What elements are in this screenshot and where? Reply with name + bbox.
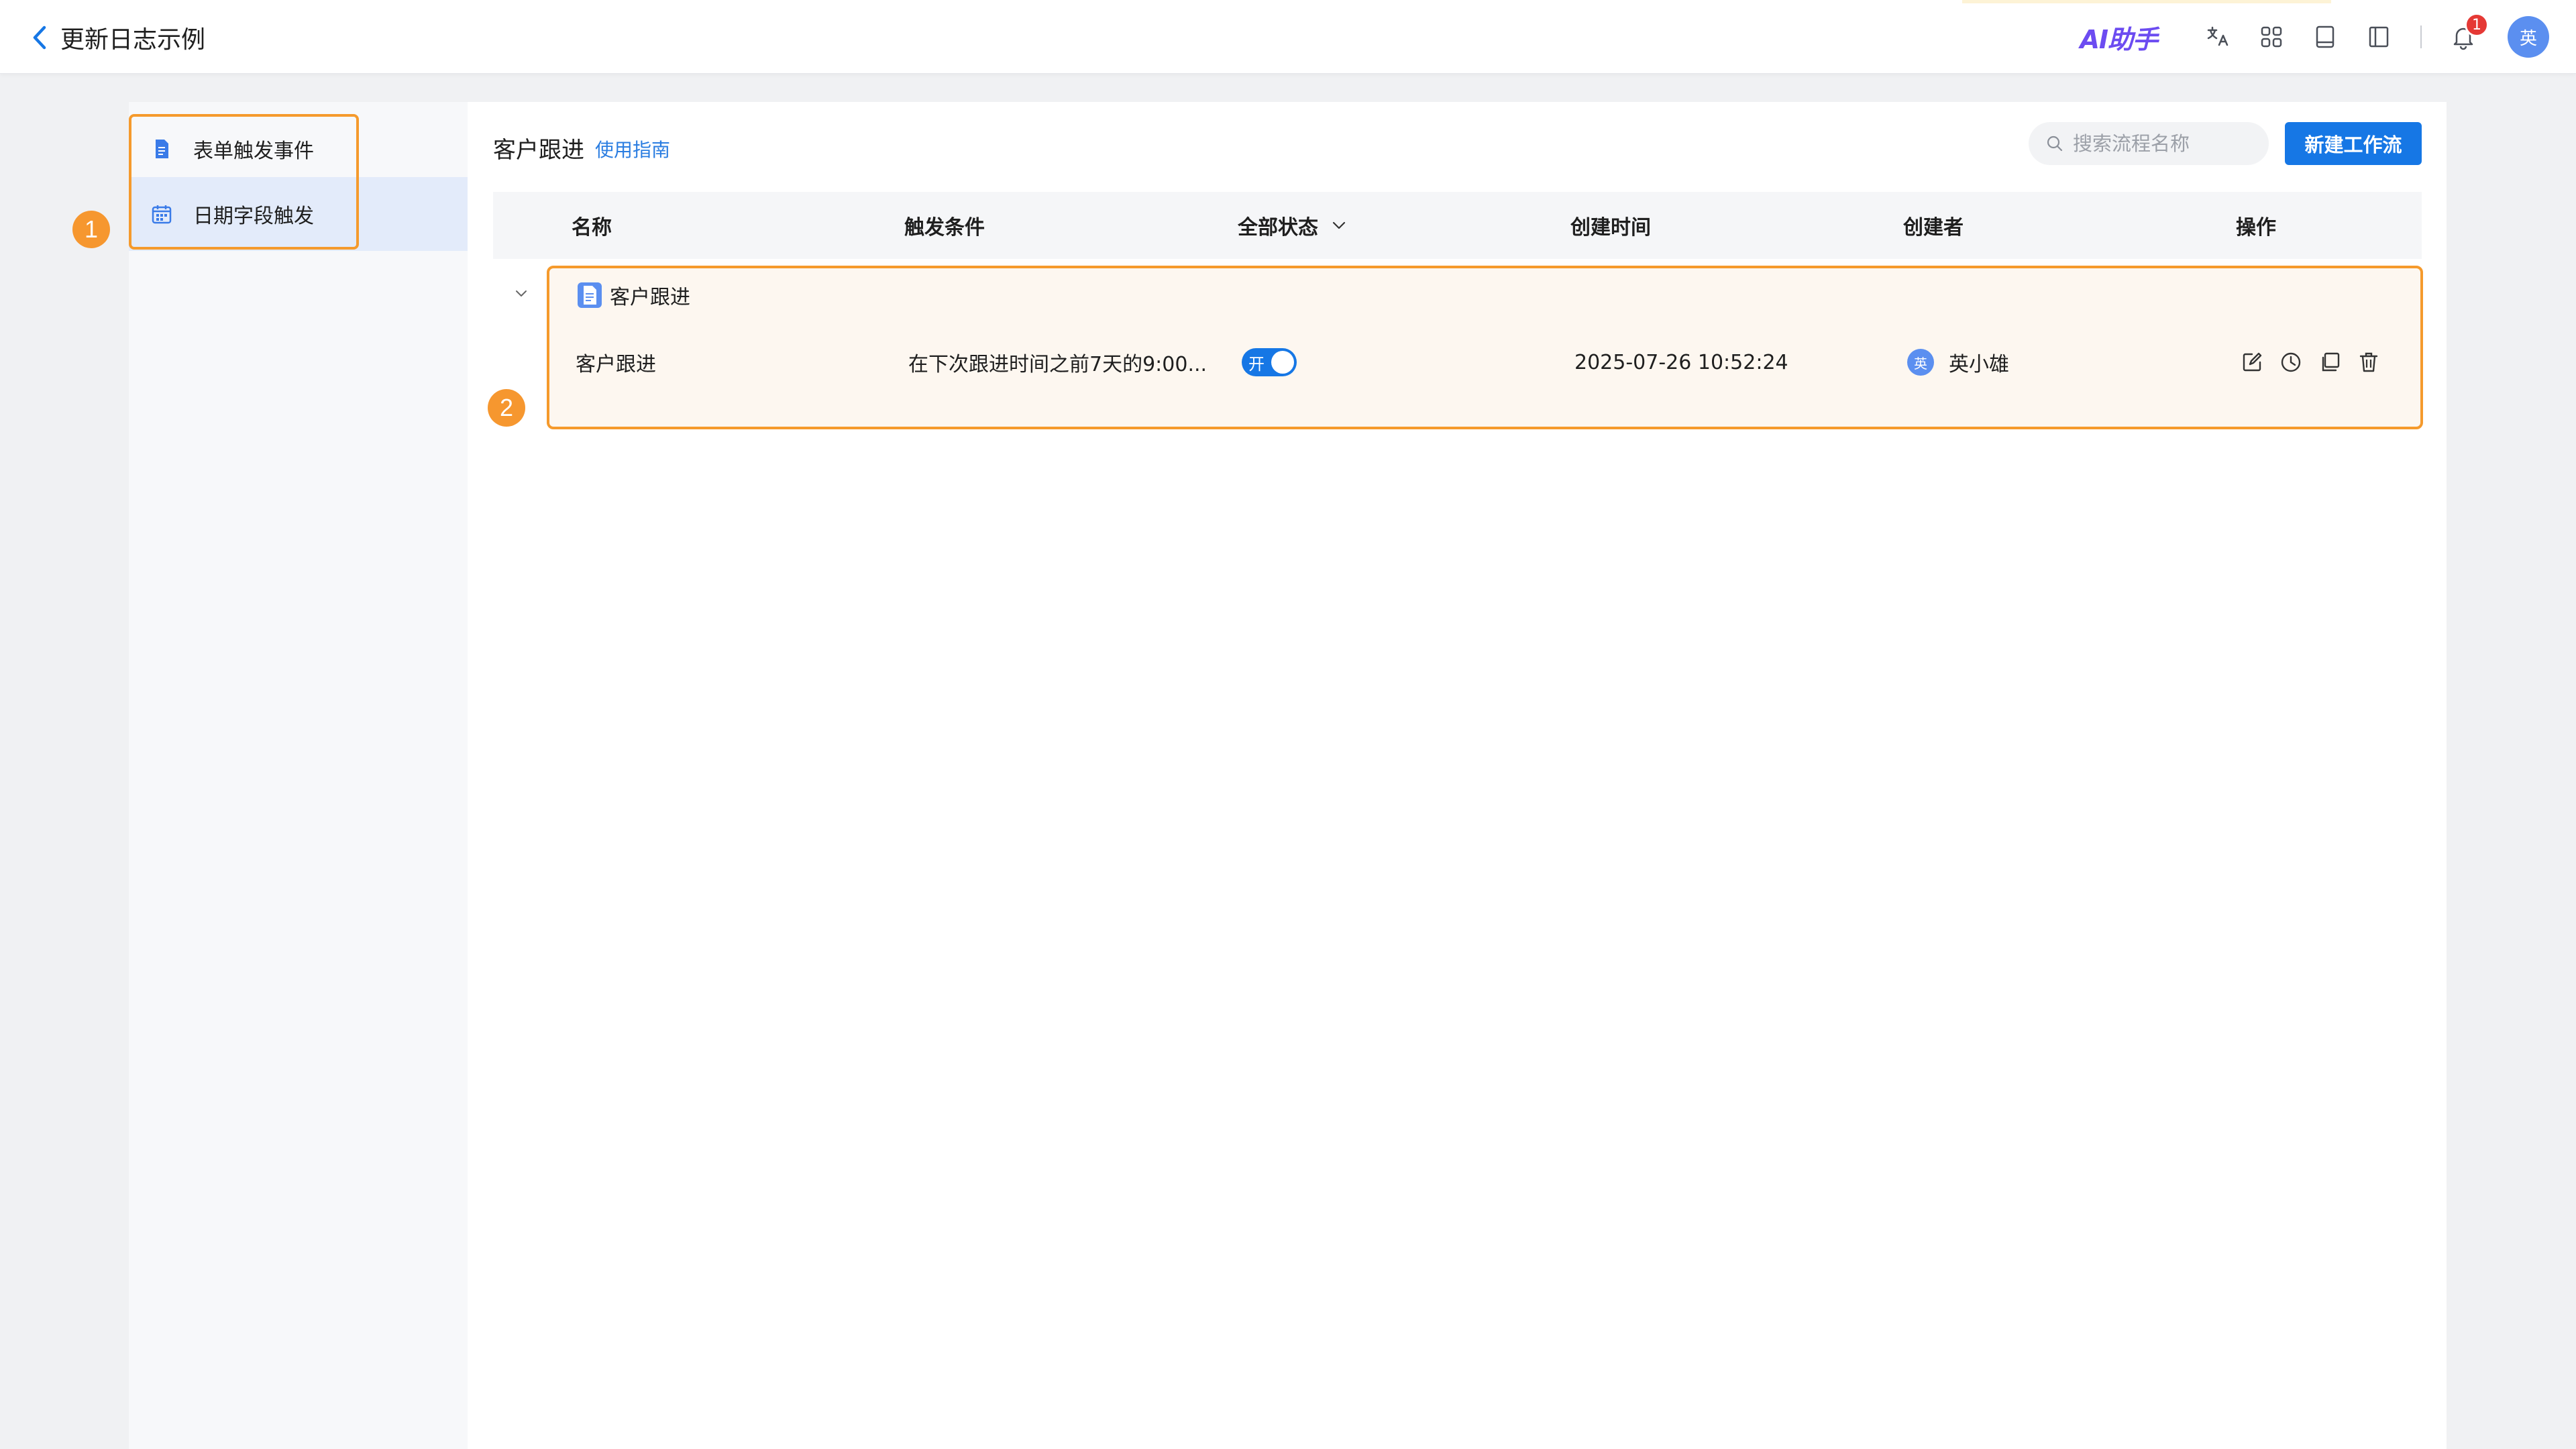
new-workflow-button[interactable]: 新建工作流 (2285, 122, 2422, 165)
apps-button[interactable] (2257, 22, 2286, 52)
docs-button[interactable] (2310, 22, 2340, 52)
search-input[interactable] (2073, 132, 2267, 155)
sidebar-panel-icon (2369, 26, 2389, 48)
search-icon (2047, 136, 2063, 152)
toggle-knob (1271, 351, 1294, 374)
status-cell: 开 (1242, 346, 1297, 378)
translate-icon (2207, 26, 2229, 46)
sidebar: 表单触发事件 日期字段触发 (129, 102, 468, 1449)
table-header: 名称 触发条件 全部状态 创建时间 创建者 操作 (493, 192, 2422, 259)
column-header-trigger: 触发条件 (904, 216, 985, 239)
translate-button[interactable] (2203, 22, 2233, 52)
column-header-actions: 操作 (2236, 216, 2276, 239)
copy-icon (2322, 352, 2340, 372)
step-marker-2: 2 (488, 389, 525, 427)
sidebar-item-label: 表单触发事件 (193, 140, 314, 163)
sidebar-item-date-trigger[interactable]: 日期字段触发 (129, 177, 468, 251)
column-header-status: 全部状态 (1238, 216, 1318, 239)
row-created-at: 2025-07-26 10:52:24 (1574, 350, 1788, 374)
edit-button[interactable] (2240, 350, 2264, 374)
group-header: 客户跟进 (575, 279, 690, 311)
edit-icon (2243, 352, 2262, 372)
user-avatar[interactable]: 英 (2508, 16, 2549, 58)
guide-link[interactable]: 使用指南 (595, 136, 670, 162)
row-actions (2240, 346, 2381, 378)
toolbar-right: AI助手 1 英 (2080, 0, 2549, 74)
document-icon (156, 140, 168, 158)
sidebar-item-form-trigger[interactable]: 表单触发事件 (129, 112, 468, 186)
creator-name: 英小雄 (1949, 353, 2009, 376)
column-header-name: 名称 (572, 216, 612, 239)
status-filter[interactable]: 全部状态 (1238, 192, 1348, 259)
top-bar: 更新日志示例 AI助手 1 英 (0, 0, 2576, 74)
notifications-button[interactable]: 1 (2449, 13, 2489, 52)
creator-avatar: 英 (1907, 349, 1934, 376)
creator-cell: 英 英小雄 (1907, 346, 2009, 378)
toolbar-divider (2420, 25, 2422, 48)
main-panel: 客户跟进 使用指南 新建工作流 名称 触发条件 全部状态 创建时间 创建者 操作… (468, 102, 2447, 1449)
back-button[interactable]: 更新日志示例 (30, 19, 205, 56)
notification-badge: 1 (2465, 13, 2489, 37)
sidebar-item-label: 日期字段触发 (193, 205, 314, 228)
status-toggle[interactable]: 开 (1242, 348, 1297, 376)
history-icon (2281, 352, 2301, 372)
search-box (2029, 122, 2269, 165)
copy-button[interactable] (2318, 350, 2342, 374)
chevron-down-icon (1332, 221, 1346, 229)
history-button[interactable] (2279, 350, 2303, 374)
layout-button[interactable] (2364, 22, 2394, 52)
back-arrow-icon (33, 25, 46, 50)
step-marker-1: 1 (72, 211, 110, 248)
section-title: 客户跟进 (493, 137, 584, 164)
group-name: 客户跟进 (610, 286, 690, 309)
delete-button[interactable] (2357, 350, 2381, 374)
row-name[interactable]: 客户跟进 (576, 346, 656, 378)
toggle-label: 开 (1248, 354, 1265, 374)
delete-icon (2359, 352, 2378, 372)
ai-assistant-button[interactable]: AI助手 (2080, 19, 2158, 56)
apps-grid-icon (2261, 26, 2282, 48)
workflow-group: 客户跟进 客户跟进 在下次跟进时间之前7天的9:00... 开 2025-07-… (547, 266, 2423, 429)
row-trigger: 在下次跟进时间之前7天的9:00... (908, 353, 1208, 376)
column-header-created-at: 创建时间 (1570, 216, 1651, 239)
form-document-icon (578, 282, 602, 308)
group-collapse-chevron-icon[interactable] (511, 283, 532, 305)
book-icon (2316, 25, 2334, 48)
calendar-icon (152, 205, 172, 224)
page-title: 更新日志示例 (60, 26, 206, 54)
column-header-creator: 创建者 (1903, 216, 1964, 239)
